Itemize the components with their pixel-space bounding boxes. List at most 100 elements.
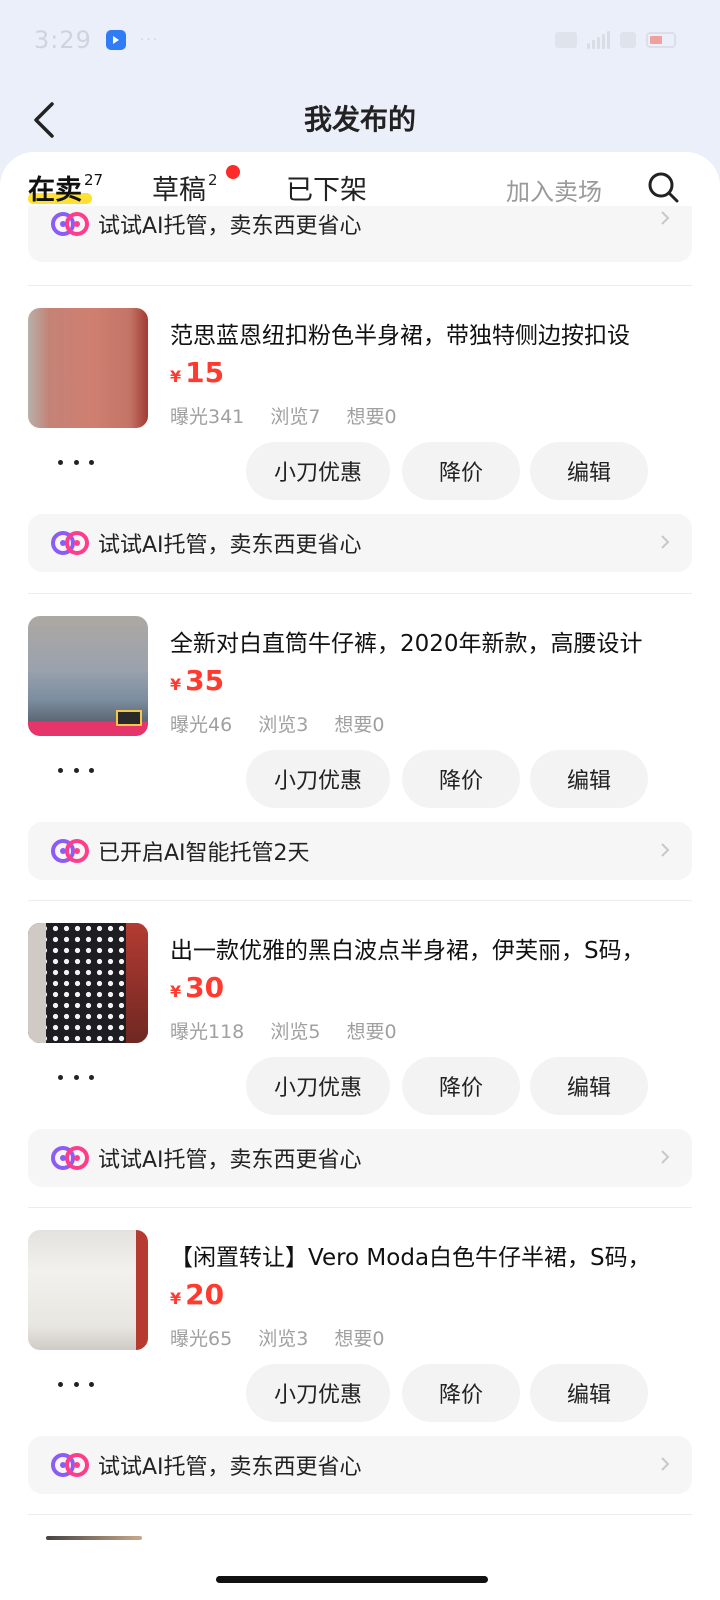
chevron-right-icon [660,842,670,858]
tab-on-sale[interactable]: 在卖 27 [28,168,103,207]
item-thumbnail[interactable] [28,923,148,1043]
stat-views: 浏览3 [258,1328,309,1350]
price-value: 35 [185,664,225,697]
thumbnail-edge [28,923,46,1043]
item-stats: 曝光118 浏览5 想要0 [170,1017,397,1044]
stat-views: 浏览5 [270,1021,321,1043]
edit-button[interactable]: 编辑 [530,1364,648,1422]
nav-bar: 我发布的 [0,80,720,160]
price-currency: ¥ [170,982,182,1001]
ai-logo-icon [50,211,90,237]
battery-icon [646,32,676,48]
item-title[interactable]: 出一款优雅的黑白波点半身裙，伊芙丽，S码， [170,931,690,965]
item-stats: 曝光341 浏览7 想要0 [170,402,397,429]
coupon-button[interactable]: 小刀优惠 [246,1364,390,1422]
ai-banner-text: 已开启AI智能托管2天 [98,841,310,866]
status-right [555,31,676,49]
stat-wants: 想要0 [334,1328,385,1350]
edit-button[interactable]: 编辑 [530,750,648,808]
chevron-right-icon [660,210,670,226]
page-title: 我发布的 [303,103,416,136]
ai-logo-icon [50,1452,90,1478]
status-time: 3:29 [34,26,92,54]
reduce-price-button[interactable]: 降价 [402,442,520,500]
more-dots-icon[interactable] [58,450,94,474]
ai-logo-icon [50,530,90,556]
app-notification-icon [105,30,126,50]
thumbnail-edge [126,923,148,1043]
search-icon[interactable] [644,168,684,208]
price-value: 15 [185,356,225,389]
ai-banner[interactable]: 已开启AI智能托管2天 [28,822,692,880]
stat-wants: 想要0 [334,714,385,736]
item-stats: 曝光46 浏览3 想要0 [170,710,384,737]
item-thumbnail[interactable] [28,616,148,736]
chevron-right-icon [660,534,670,550]
join-market-link[interactable]: 加入卖场 [506,172,602,207]
ai-banner-text: 试试AI托管，卖东西更省心 [98,1148,362,1173]
item-title[interactable]: 全新对白直筒牛仔裤，2020年新款，高腰设计 [170,624,690,658]
ai-banner-text: 试试AI托管，卖东西更省心 [98,533,362,558]
thumbnail-badge [116,710,142,726]
next-item-peek [46,1536,142,1540]
status-dots: ··· [139,32,160,48]
item-price: ¥15 [170,356,224,389]
ai-logo-icon [50,838,90,864]
divider [28,1514,692,1515]
edit-button[interactable]: 编辑 [530,442,648,500]
more-dots-icon[interactable] [58,758,94,782]
coupon-button[interactable]: 小刀优惠 [246,442,390,500]
reduce-price-button[interactable]: 降价 [402,1057,520,1115]
tab-off-shelf[interactable]: 已下架 [286,168,367,207]
stat-wants: 想要0 [346,1021,397,1043]
more-dots-icon[interactable] [58,1372,94,1396]
item-price: ¥20 [170,1278,224,1311]
hd-icon [555,32,577,48]
ai-banner[interactable]: 试试AI托管，卖东西更省心 [28,1129,692,1187]
edit-button[interactable]: 编辑 [530,1057,648,1115]
item-thumbnail[interactable] [28,308,148,428]
item-stats: 曝光65 浏览3 想要0 [170,1324,384,1351]
stat-exposure: 曝光65 [170,1328,233,1350]
status-left: 3:29 ··· [34,26,159,54]
stat-wants: 想要0 [346,406,397,428]
signal-icon [587,31,610,49]
ai-banner-top[interactable]: 试试AI托管，卖东西更省心 [28,206,692,262]
reduce-price-button[interactable]: 降价 [402,750,520,808]
ai-banner[interactable]: 试试AI托管，卖东西更省心 [28,514,692,572]
ai-banner-text: 试试AI托管，卖东西更省心 [98,1455,362,1480]
price-currency: ¥ [170,675,182,694]
chevron-right-icon [660,1149,670,1165]
item-title[interactable]: 【闲置转让】Vero Moda白色牛仔半裙，S码， [170,1238,690,1272]
stat-views: 浏览3 [258,714,309,736]
item-price: ¥35 [170,664,224,697]
chevron-right-icon [660,1456,670,1472]
item-title[interactable]: 范思蓝恩纽扣粉色半身裙，带独特侧边按扣设 [170,316,690,350]
ai-logo-icon [50,1145,90,1171]
ai-banner[interactable]: 试试AI托管，卖东西更省心 [28,1436,692,1494]
tab-drafts[interactable]: 草稿 2 [152,168,218,207]
price-currency: ¥ [170,1289,182,1308]
stat-exposure: 曝光118 [170,1021,245,1043]
tab-on-sale-label: 在卖 [28,175,82,206]
item-price: ¥30 [170,971,224,1004]
drafts-red-dot [226,165,240,179]
tab-drafts-count: 2 [208,171,218,189]
status-bar: 3:29 ··· [0,0,720,80]
price-currency: ¥ [170,367,182,386]
tab-drafts-label: 草稿 [152,175,206,206]
tab-off-shelf-label: 已下架 [286,175,367,206]
coupon-button[interactable]: 小刀优惠 [246,1057,390,1115]
price-value: 30 [185,971,225,1004]
item-thumbnail[interactable] [28,1230,148,1350]
price-value: 20 [185,1278,225,1311]
wifi-icon [620,32,636,48]
more-dots-icon[interactable] [58,1065,94,1089]
coupon-button[interactable]: 小刀优惠 [246,750,390,808]
stat-views: 浏览7 [270,406,321,428]
stat-exposure: 曝光46 [170,714,233,736]
ai-banner-text: 试试AI托管，卖东西更省心 [98,214,362,239]
home-indicator[interactable] [216,1576,488,1583]
reduce-price-button[interactable]: 降价 [402,1364,520,1422]
thumbnail-edge [136,1230,148,1350]
